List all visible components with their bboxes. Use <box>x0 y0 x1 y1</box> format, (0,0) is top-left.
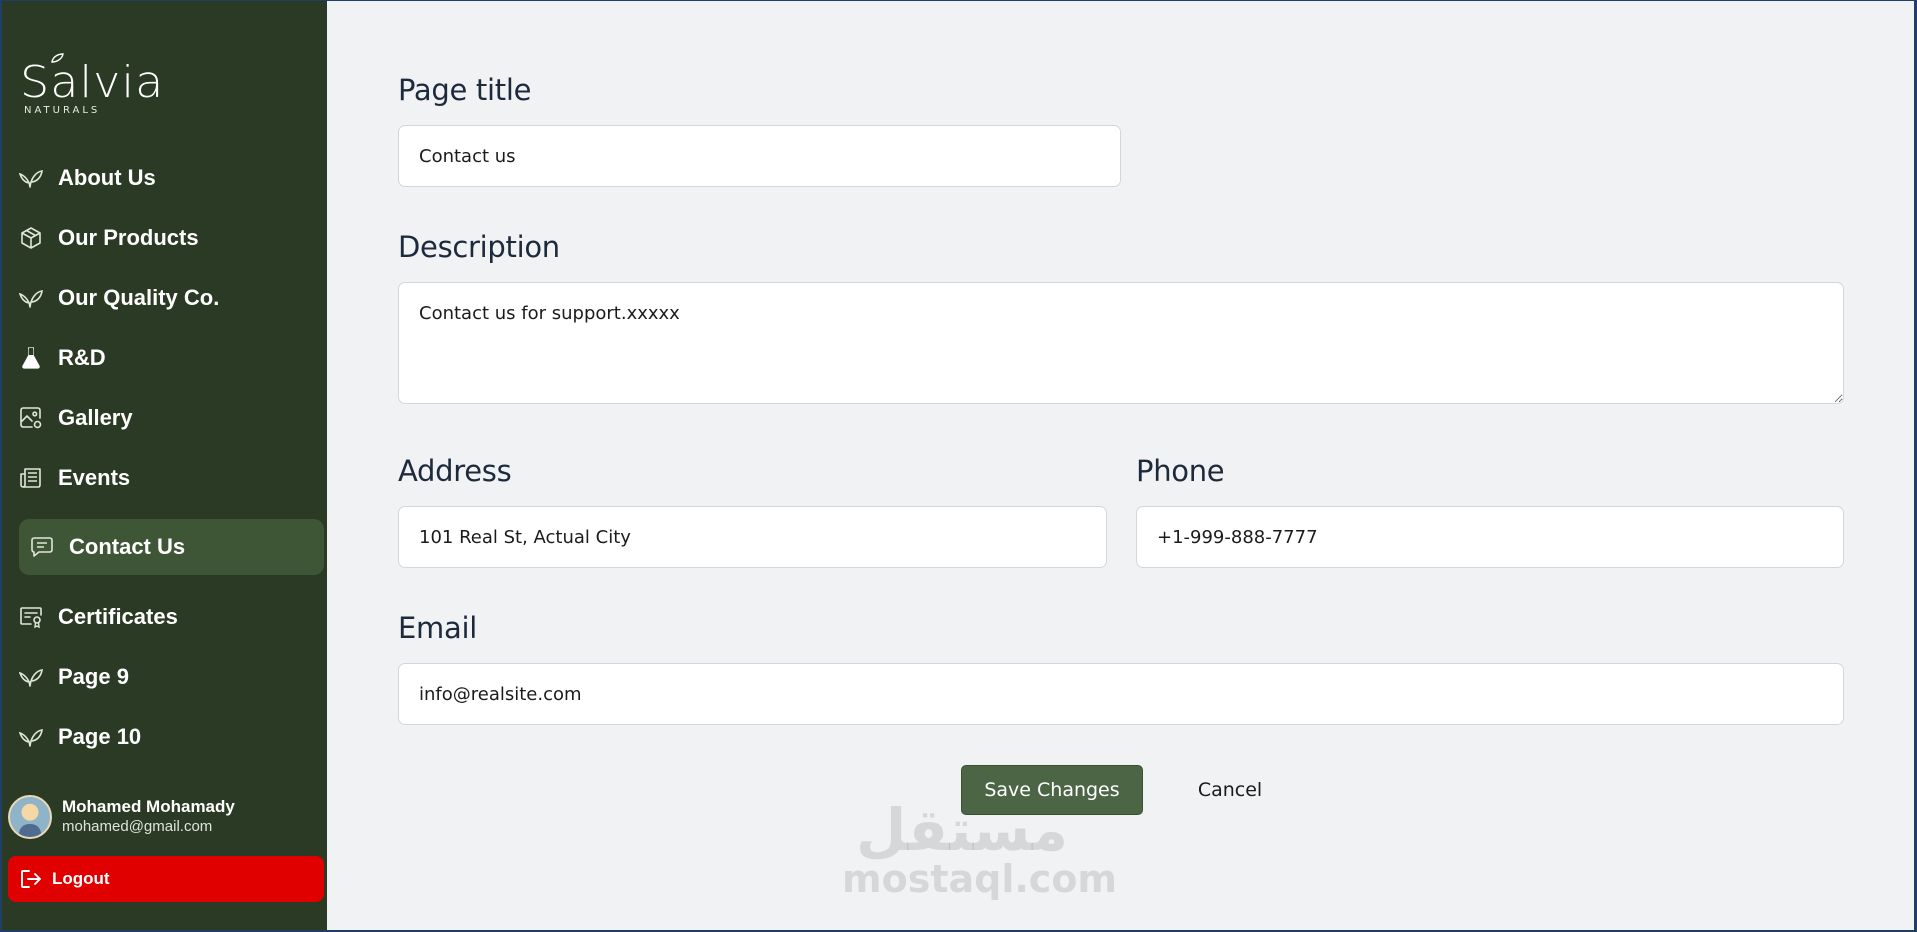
sidebar-item-label: Gallery <box>58 405 133 430</box>
sidebar-item-page-10[interactable]: Page 10 <box>18 717 141 757</box>
user-profile[interactable]: Mohamed Mohamady mohamed@gmail.com <box>8 795 235 839</box>
flask-icon <box>18 345 44 371</box>
sidebar-item-label: Events <box>58 465 131 490</box>
brand-logo[interactable]: Salvia NATURALS <box>20 53 165 116</box>
watermark-latin: mostaql.com <box>842 857 1118 901</box>
sidebar-item-our-quality[interactable]: Our Quality Co. <box>18 278 219 318</box>
sidebar: Salvia NATURALS About Us Our Products Ou… <box>2 1 327 930</box>
sidebar-item-certificates[interactable]: Certificates <box>18 597 178 637</box>
sidebar-item-our-products[interactable]: Our Products <box>18 218 199 258</box>
sidebar-item-label: Certificates <box>58 604 178 629</box>
page-title-label: Page title <box>398 73 532 107</box>
description-textarea[interactable]: Contact us for support.xxxxx <box>398 282 1844 404</box>
phone-label: Phone <box>1136 454 1225 488</box>
sidebar-item-label: Contact Us <box>69 534 186 559</box>
description-label: Description <box>398 230 560 264</box>
user-email: mohamed@gmail.com <box>62 818 213 835</box>
avatar <box>8 795 52 839</box>
address-input[interactable] <box>398 506 1107 568</box>
cancel-button[interactable]: Cancel <box>1175 765 1285 815</box>
sidebar-item-events[interactable]: Events <box>18 458 130 498</box>
email-label: Email <box>398 611 477 645</box>
brand-name: Salvia <box>20 56 165 108</box>
sidebar-item-label: Page 9 <box>58 664 129 689</box>
user-name: Mohamed Mohamady <box>62 797 235 816</box>
logout-button[interactable]: Logout <box>8 856 324 902</box>
address-label: Address <box>398 454 512 488</box>
phone-input[interactable] <box>1136 506 1844 568</box>
box-icon <box>18 225 44 251</box>
message-icon <box>29 534 55 560</box>
sidebar-item-about-us[interactable]: About Us <box>18 158 156 198</box>
logout-icon <box>20 869 42 889</box>
image-gear-icon <box>18 405 44 431</box>
watermark: مستقل mostaql.com <box>842 801 1118 901</box>
sidebar-item-gallery[interactable]: Gallery <box>18 398 133 438</box>
newspaper-icon <box>18 465 44 491</box>
email-input[interactable] <box>398 663 1844 725</box>
leaf-icon <box>18 664 44 690</box>
sidebar-item-label: Our Quality Co. <box>58 285 220 310</box>
leaf-icon <box>18 285 44 311</box>
user-info: Mohamed Mohamady mohamed@gmail.com <box>62 797 235 837</box>
app-window: Salvia NATURALS About Us Our Products Ou… <box>2 1 1914 930</box>
certificate-icon <box>18 604 44 630</box>
sidebar-item-label: Page 10 <box>58 724 142 749</box>
save-changes-button[interactable]: Save Changes <box>961 765 1143 815</box>
sidebar-item-contact-us[interactable]: Contact Us <box>19 519 324 575</box>
sidebar-item-label: About Us <box>58 165 156 190</box>
leaf-icon <box>18 724 44 750</box>
page-title-input[interactable] <box>398 125 1121 187</box>
contact-edit-form: Page title Description Contact us for su… <box>327 1 1914 930</box>
sidebar-item-label: R&D <box>58 345 106 370</box>
logout-label: Logout <box>52 869 110 888</box>
sidebar-item-rnd[interactable]: R&D <box>18 338 106 378</box>
leaf-icon <box>18 165 44 191</box>
sidebar-item-label: Our Products <box>58 225 199 250</box>
sidebar-item-page-9[interactable]: Page 9 <box>18 657 129 697</box>
